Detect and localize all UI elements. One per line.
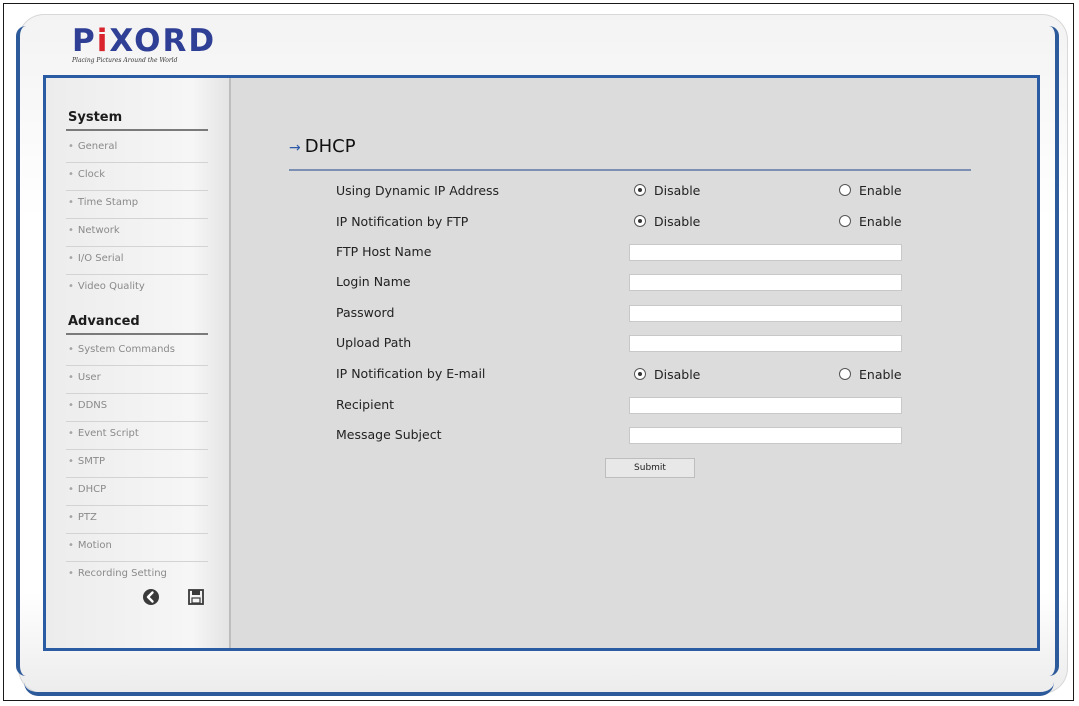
sidebar-divider [66,333,208,335]
sidebar-item-label: Clock [77,169,106,180]
sidebar-divider [66,129,208,131]
password-input[interactable] [629,305,902,322]
sidebar-item-ptz[interactable]: • PTZ [66,506,208,534]
sidebar-item-network[interactable]: • Network [66,219,208,247]
recipient-label: Recipient [336,397,395,412]
login-name-label: Login Name [336,274,411,289]
sidebar-item-label: Event Script [77,428,139,439]
recipient-input[interactable] [629,397,902,414]
sidebar-item-motion[interactable]: • Motion [66,534,208,562]
sidebar-item-system-commands[interactable]: • System Commands [66,338,208,366]
bullet-icon: • [68,197,74,208]
sidebar-section-system: System [68,110,123,125]
message-subject-label: Message Subject [336,427,442,442]
ftp-notify-label: IP Notification by FTP [336,214,469,229]
sidebar-item-label: I/O Serial [77,253,124,264]
ftp-notify-disable-radio[interactable]: Disable [634,214,700,229]
sidebar-item-label: SMTP [77,456,106,467]
dynamic-ip-label: Using Dynamic IP Address [336,183,500,198]
back-icon[interactable] [141,587,161,607]
logo-wordmark: PiXORD [72,23,217,59]
sidebar-item-label: Network [77,225,120,236]
sidebar-item-label: DHCP [77,484,107,495]
sidebar-item-label: Motion [77,540,112,551]
bullet-icon: • [68,400,74,411]
shell-bottom-border [24,682,1054,696]
sidebar-item-label: System Commands [77,344,175,355]
page-title: → DHCP [289,136,356,157]
bullet-icon: • [68,484,74,495]
radio-label: Disable [654,367,701,382]
dynamic-ip-enable-radio[interactable]: Enable [839,183,902,198]
sidebar-item-label: Time Stamp [77,197,139,208]
ftp-notify-enable-radio[interactable]: Enable [839,214,902,229]
email-notify-enable-radio[interactable]: Enable [839,367,902,382]
radio-empty-icon [839,184,851,196]
radio-label: Enable [859,183,902,198]
sidebar-item-video-quality[interactable]: • Video Quality [66,275,208,303]
sidebar-item-recording-setting[interactable]: • Recording Setting [66,562,208,590]
submit-button[interactable]: Submit [605,458,695,478]
sidebar-item-label: DDNS [77,400,108,411]
shell-right-border [1049,26,1059,676]
password-label: Password [336,305,395,320]
ftp-host-input[interactable] [629,244,902,261]
bullet-icon: • [68,568,74,579]
sidebar-item-smtp[interactable]: • SMTP [66,450,208,478]
radio-selected-icon [634,184,646,196]
bullet-icon: • [68,456,74,467]
login-name-input[interactable] [629,274,902,291]
bullet-icon: • [68,253,74,264]
title-divider [289,169,971,171]
bullet-icon: • [68,428,74,439]
sidebar-item-time-stamp[interactable]: • Time Stamp [66,191,208,219]
upload-path-label: Upload Path [336,335,412,350]
sidebar-item-label: General [77,141,118,152]
sidebar-item-label: Recording Setting [77,568,167,579]
bullet-icon: • [68,512,74,523]
shell-left-border [16,26,26,676]
brand-logo: PiXORD Placing Pictures Around the World [72,23,217,65]
bullet-icon: • [68,540,74,551]
dynamic-ip-disable-radio[interactable]: Disable [634,183,700,198]
radio-label: Disable [654,214,701,229]
bullet-icon: • [68,281,74,292]
arrow-right-icon: → [289,140,301,156]
upload-path-input[interactable] [629,335,902,352]
email-notify-label: IP Notification by E-mail [336,366,486,381]
page-title-text: DHCP [304,136,356,157]
ftp-host-label: FTP Host Name [336,244,432,259]
radio-selected-icon [634,215,646,227]
sidebar-item-label: PTZ [77,512,97,523]
bullet-icon: • [68,225,74,236]
sidebar-item-ddns[interactable]: • DDNS [66,394,208,422]
sidebar-item-clock[interactable]: • Clock [66,163,208,191]
radio-empty-icon [839,215,851,227]
bullet-icon: • [68,344,74,355]
bullet-icon: • [68,141,74,152]
sidebar-item-user[interactable]: • User [66,366,208,394]
radio-label: Enable [859,214,902,229]
content-area: → DHCP Using Dynamic IP Address Disable E… [231,78,1037,648]
sidebar-item-dhcp[interactable]: • DHCP [66,478,208,506]
sidebar: System • General • Clock • Time Stamp • Netw… [46,78,231,648]
email-notify-disable-radio[interactable]: Disable [634,367,700,382]
sidebar-item-io-serial[interactable]: • I/O Serial [66,247,208,275]
main-panel: System • General • Clock • Time Stamp • Netw… [43,75,1040,651]
sidebar-item-event-script[interactable]: • Event Script [66,422,208,450]
message-subject-input[interactable] [629,427,902,444]
radio-label: Disable [654,183,701,198]
radio-empty-icon [839,368,851,380]
save-icon[interactable] [186,587,206,607]
radio-label: Enable [859,367,902,382]
bullet-icon: • [68,169,74,180]
sidebar-item-label: Video Quality [77,281,145,292]
sidebar-item-label: User [77,372,101,383]
sidebar-item-general[interactable]: • General [66,135,208,163]
bullet-icon: • [68,372,74,383]
radio-selected-icon [634,368,646,380]
sidebar-section-advanced: Advanced [68,314,140,329]
